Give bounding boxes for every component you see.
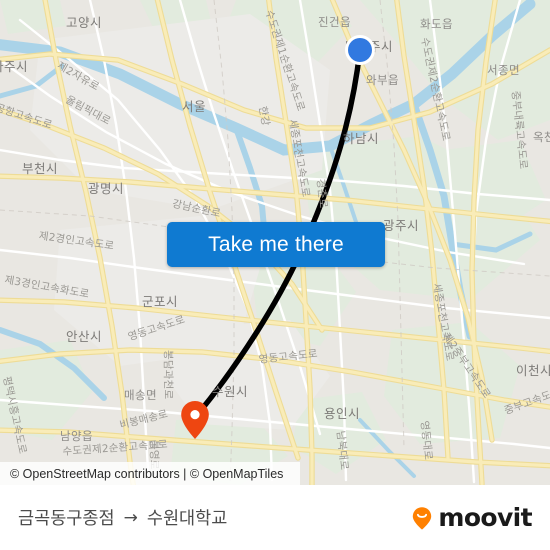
map-pin-icon: [181, 401, 209, 439]
arrow-icon: →: [123, 507, 138, 528]
destination-label: 수원대학교: [146, 509, 228, 529]
origin-marker-dot: [348, 38, 372, 62]
moovit-route-card: 고양시파주시서울부천시광명시군포시안산시수원시남양주시하남시용인시이천시광주시진…: [0, 0, 550, 550]
moovit-logo[interactable]: moovit: [409, 485, 533, 550]
origin-label: 금곡동구종점: [18, 509, 115, 529]
take-me-there-button[interactable]: Take me there: [167, 222, 385, 267]
route-caption: 금곡동구종점 → 수원대학교: [18, 485, 227, 550]
moovit-wordmark: moovit: [438, 503, 532, 532]
destination-marker[interactable]: [180, 400, 210, 440]
origin-marker[interactable]: [345, 35, 375, 65]
footer-bar: 금곡동구종점 → 수원대학교 moovit: [0, 485, 550, 550]
map-attribution[interactable]: © OpenStreetMap contributors | © OpenMap…: [0, 462, 300, 485]
moovit-pin-icon: [413, 506, 432, 530]
map-canvas[interactable]: 고양시파주시서울부천시광명시군포시안산시수원시남양주시하남시용인시이천시광주시진…: [0, 0, 550, 485]
